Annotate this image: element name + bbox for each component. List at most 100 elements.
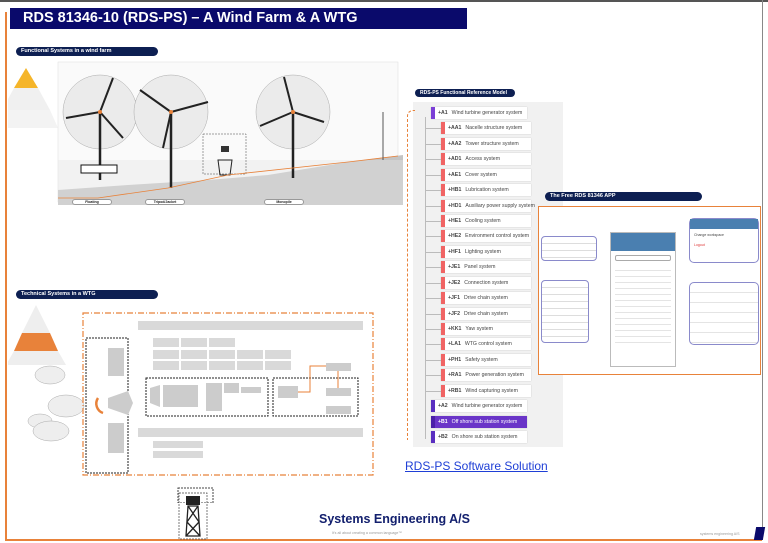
tree-item[interactable]: +A2 Wind turbine generator system [431,400,527,413]
tree-item-marker [441,230,445,243]
tree-item[interactable]: +KK1 Yaw system [441,323,531,336]
corner-logo [753,527,766,540]
tree-connector [426,359,441,361]
tree-connector [426,282,441,284]
popup-workspace [541,236,597,261]
tree-connector [426,236,441,238]
section-wtg: Technical Systems in a WTG [16,290,158,299]
tree-item-code: +JE2 [448,279,461,286]
tree-item-marker [441,369,445,382]
tree-item[interactable]: +JF1 Drive chain system [441,292,531,305]
tree-item-marker [441,153,445,166]
tree-item-marker [441,276,445,289]
tree-item[interactable]: +JE2 Connection system [441,276,531,289]
tree-connector [426,298,441,300]
popup-settings [689,282,759,345]
tree-item-label: Lubrication system [465,187,509,194]
tree-item-code: +B2 [438,434,448,441]
footer-company: systems engineering A/S [700,532,740,536]
tree-item[interactable]: +HE2 Environment control system [441,230,531,243]
tree-item-code: +LA1 [448,341,461,348]
tree-item-label: Tower structure system [465,140,519,147]
callout-bracket [407,110,415,440]
tree-item[interactable]: +B1 Off shore sub station system [431,415,527,428]
tree-item[interactable]: +AD1 Access system [441,153,531,166]
tree-connector [426,159,441,161]
footer-brand: Systems Engineering A/S [319,512,470,526]
wind-farm-illustration [8,61,403,205]
tree-item-label: Wind turbine generator system [451,110,523,116]
tree-item-code: +RA1 [448,372,462,379]
tree-item-marker [441,137,445,150]
tree-item[interactable]: +RA1 Power generation system [441,369,531,382]
label-jacket: Tripod/Jacket [145,199,185,205]
tree-item-label: Panel system [464,264,496,271]
tree-item[interactable]: +HE1 Cooling system [441,215,531,227]
tree-item-code: +AA1 [448,125,462,132]
tree-item-marker [441,261,445,274]
tree-item-code: +AD1 [448,156,462,163]
tree-item-marker [431,415,435,428]
tree-item-label: Nacelle structure system [465,125,523,132]
tree-item[interactable]: +HD1 Auxiliary power supply system [441,199,535,212]
wind-clouds [27,365,85,442]
tree-item[interactable]: +JF2 Drive chain system [441,307,531,320]
tree-item[interactable]: +PH1 Safety system [441,353,531,366]
tree-item[interactable]: +HF1 Lighting system [441,245,531,258]
tree-item-marker [441,323,445,336]
tree-connector [426,205,441,207]
tree-connector [426,221,441,222]
pyramid-top [14,68,38,88]
tree-item-label: Safety system [465,356,498,363]
tree-item-marker [441,353,445,366]
tree-item-label: Auxiliary power supply system [465,202,535,209]
tree-item[interactable]: +AE1 Cover system [441,168,531,181]
tree-item-marker [441,245,445,258]
tree-item-code: +AE1 [448,171,462,178]
tree-item-label: Environment control system [465,233,530,240]
tree-connector [426,375,441,377]
section-reference-model: RDS-PS Functional Reference Model [415,89,515,97]
tree-connector [426,128,441,130]
menu-change-workspace[interactable]: Change workspace [690,229,758,241]
tree-item-label: Lighting system [464,248,501,255]
tree-item-marker [441,215,445,227]
tree-item-label: Access system [465,156,501,163]
popup-classification [541,280,589,343]
menu-logout[interactable]: Logout [690,241,758,249]
slide-title: RDS 81346-10 (RDS-PS) – A Wind Farm & A … [10,8,467,29]
tree-item-marker [441,199,445,212]
tree-item-marker [431,431,435,444]
tree-item-label: Wind turbine generator system [451,403,523,410]
tree-item-marker [441,307,445,320]
tree-connector [426,190,441,192]
tree-item[interactable]: +AA2 Tower structure system [441,137,531,150]
tree-item[interactable]: +RB1 Wind capturing system [441,384,531,397]
tree-connector [426,344,441,346]
tree-item-marker [441,292,445,305]
phone-search [615,255,671,261]
tree-connector [426,267,441,269]
tree-item-code: +JE1 [448,264,461,271]
tree-item-label: On shore sub station system [451,434,518,441]
tree-item-label: Off shore sub station system [451,418,518,425]
phone-list [615,265,671,345]
tree-item-code: +JF1 [448,295,460,302]
tree-item-label: Wind capturing system [465,387,518,394]
tree-item-code: +RB1 [448,387,462,394]
tree-item-code: +PH1 [448,356,462,363]
tree-item[interactable]: +B2 On shore sub station system [431,431,527,444]
tree-item-code: +HE1 [448,218,462,224]
tree-item-code: +HB1 [448,187,462,194]
tree-item-label: Cover system [465,171,497,178]
tree-item[interactable]: +A1 Wind turbine generator system [431,107,527,119]
tree-item[interactable]: +HB1 Lubrication system [441,184,531,197]
software-solution-link[interactable]: RDS-PS Software Solution [405,459,548,473]
tree-item[interactable]: +AA1 Nacelle structure system [441,122,531,135]
frame-left-accent [5,12,7,540]
tree-item[interactable]: +JE1 Panel system [441,261,531,274]
app-screenshot-box: Change workspace Logout [538,206,761,375]
tree-connector [426,390,441,392]
frame-right [762,0,763,540]
tree-item[interactable]: +LA1 WTG control system [441,338,531,351]
